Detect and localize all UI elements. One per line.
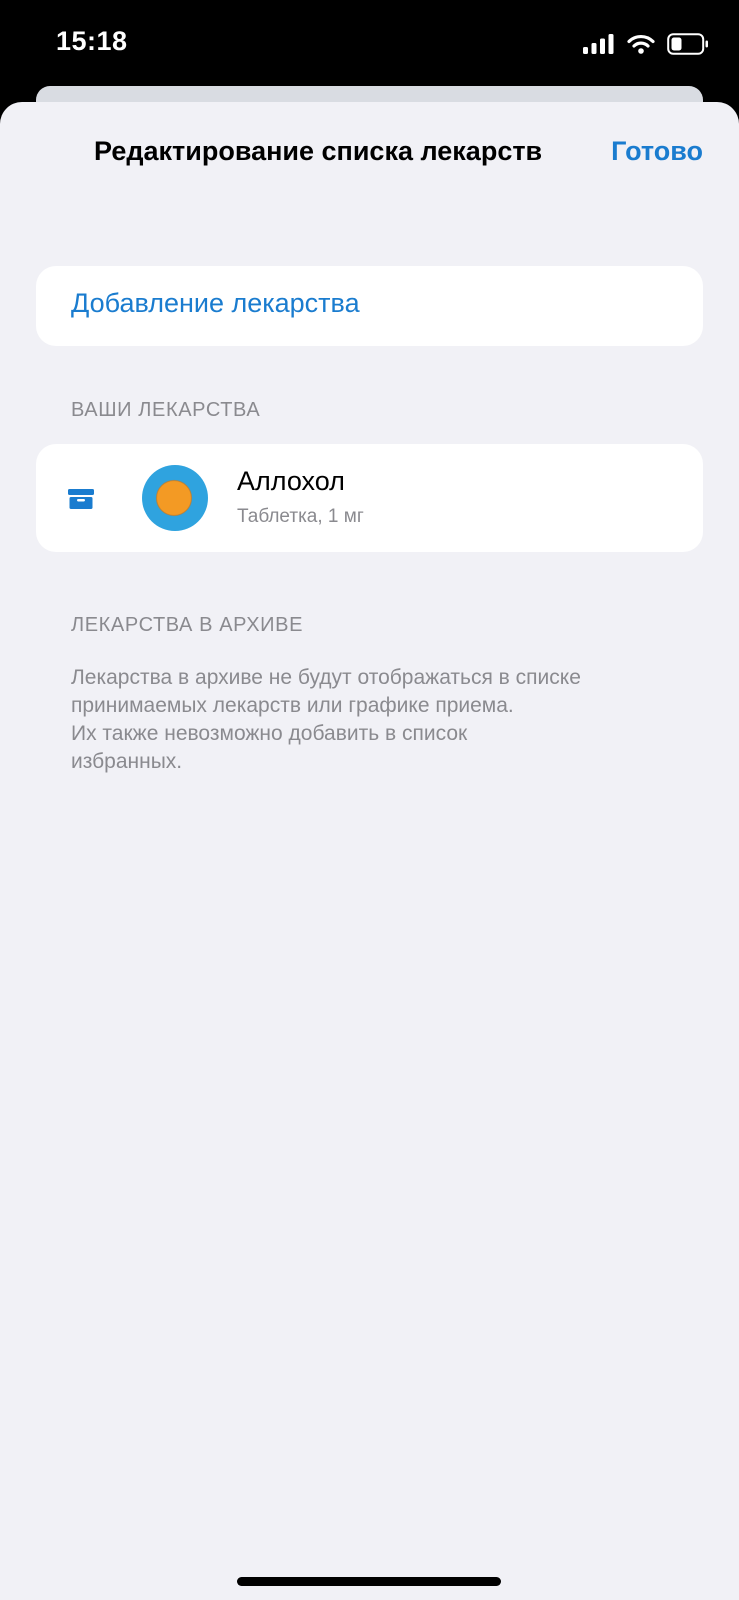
add-medication-card: Добавление лекарства (36, 266, 703, 346)
signal-icon (583, 34, 614, 54)
done-button[interactable]: Готово (611, 136, 703, 167)
wifi-icon (627, 34, 655, 54)
add-medication-button[interactable]: Добавление лекарства (71, 288, 360, 319)
status-time: 15:18 (56, 26, 128, 56)
archived-medications-header: ЛЕКАРСТВА В АРХИВЕ (71, 614, 304, 636)
medication-list-item: Аллохол Таблетка, 1 мг (36, 444, 703, 552)
edit-medications-sheet: Редактирование списка лекарств Готово До… (0, 102, 739, 1600)
medication-name: Аллохол (237, 466, 345, 496)
archive-footnote: Лекарства в архиве не будут отображаться… (71, 664, 691, 776)
medication-detail: Таблетка, 1 мг (237, 506, 364, 527)
status-bar: 15:18 (0, 0, 739, 92)
home-indicator[interactable] (237, 1577, 501, 1586)
archive-footnote-line: избранных. (71, 750, 183, 773)
battery-icon (667, 33, 708, 55)
your-medications-header: ВАШИ ЛЕКАРСТВА (71, 399, 261, 421)
status-icons (583, 33, 709, 55)
archive-icon[interactable] (66, 482, 96, 514)
page-title: Редактирование списка лекарств (94, 136, 543, 166)
archive-footnote-line: Лекарства в архиве не будут отображаться… (71, 666, 581, 689)
archive-footnote-line: принимаемых лекарств или графике приема. (71, 694, 514, 717)
archive-footnote-line: Их также невозможно добавить в список (71, 722, 468, 745)
navigation-bar: Редактирование списка лекарств Готово (0, 102, 739, 202)
pill-icon (142, 465, 208, 531)
